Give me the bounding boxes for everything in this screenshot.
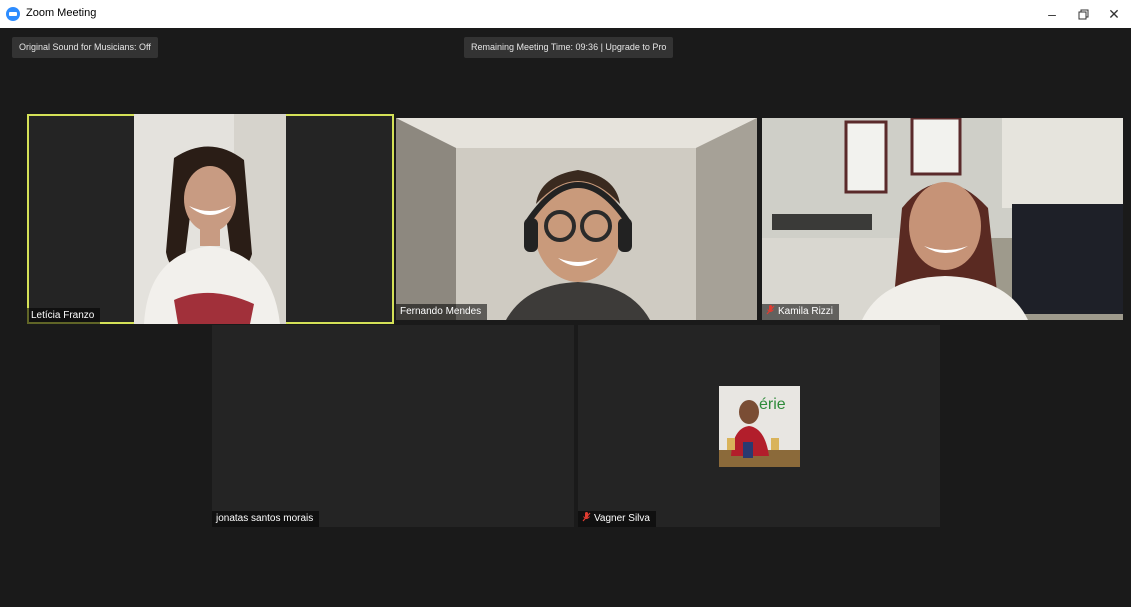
avatar: érie — [719, 386, 800, 467]
window-titlebar: Zoom Meeting – ✕ — [0, 0, 1131, 28]
zoom-icon — [6, 7, 20, 21]
participant-tile-jonatas[interactable]: jonatas santos morais — [212, 325, 574, 527]
participant-tile-kamila[interactable]: Kamila Rizzi — [762, 118, 1123, 320]
minimize-icon[interactable]: – — [1038, 4, 1066, 24]
participant-tile-fernando[interactable]: Fernando Mendes — [396, 118, 757, 320]
participant-name: jonatas santos morais — [212, 511, 320, 527]
participant-name: Fernando Mendes — [396, 304, 488, 320]
restore-icon[interactable] — [1069, 4, 1097, 24]
participant-tile-vagner[interactable]: érie Vagner Silva — [578, 325, 940, 527]
participant-name: Letícia Franzo — [27, 308, 101, 324]
original-sound-toggle[interactable]: Original Sound for Musicians: Off — [12, 37, 158, 58]
participant-video — [396, 118, 757, 320]
participant-video — [134, 114, 286, 324]
participant-name: Kamila Rizzi — [762, 304, 840, 320]
close-icon[interactable]: ✕ — [1100, 4, 1128, 24]
muted-microphone-icon — [582, 512, 591, 522]
window-title: Zoom Meeting — [26, 7, 97, 19]
avatar-caption: érie — [759, 396, 786, 413]
participant-tile-leticia[interactable]: Letícia Franzo — [27, 114, 394, 324]
meeting-stage: Original Sound for Musicians: Off Remain… — [0, 28, 1131, 607]
participant-video — [762, 118, 1123, 320]
muted-microphone-icon — [766, 305, 775, 315]
meeting-timer-banner[interactable]: Remaining Meeting Time: 09:36 | Upgrade … — [464, 37, 674, 58]
participant-name: Vagner Silva — [578, 511, 656, 527]
